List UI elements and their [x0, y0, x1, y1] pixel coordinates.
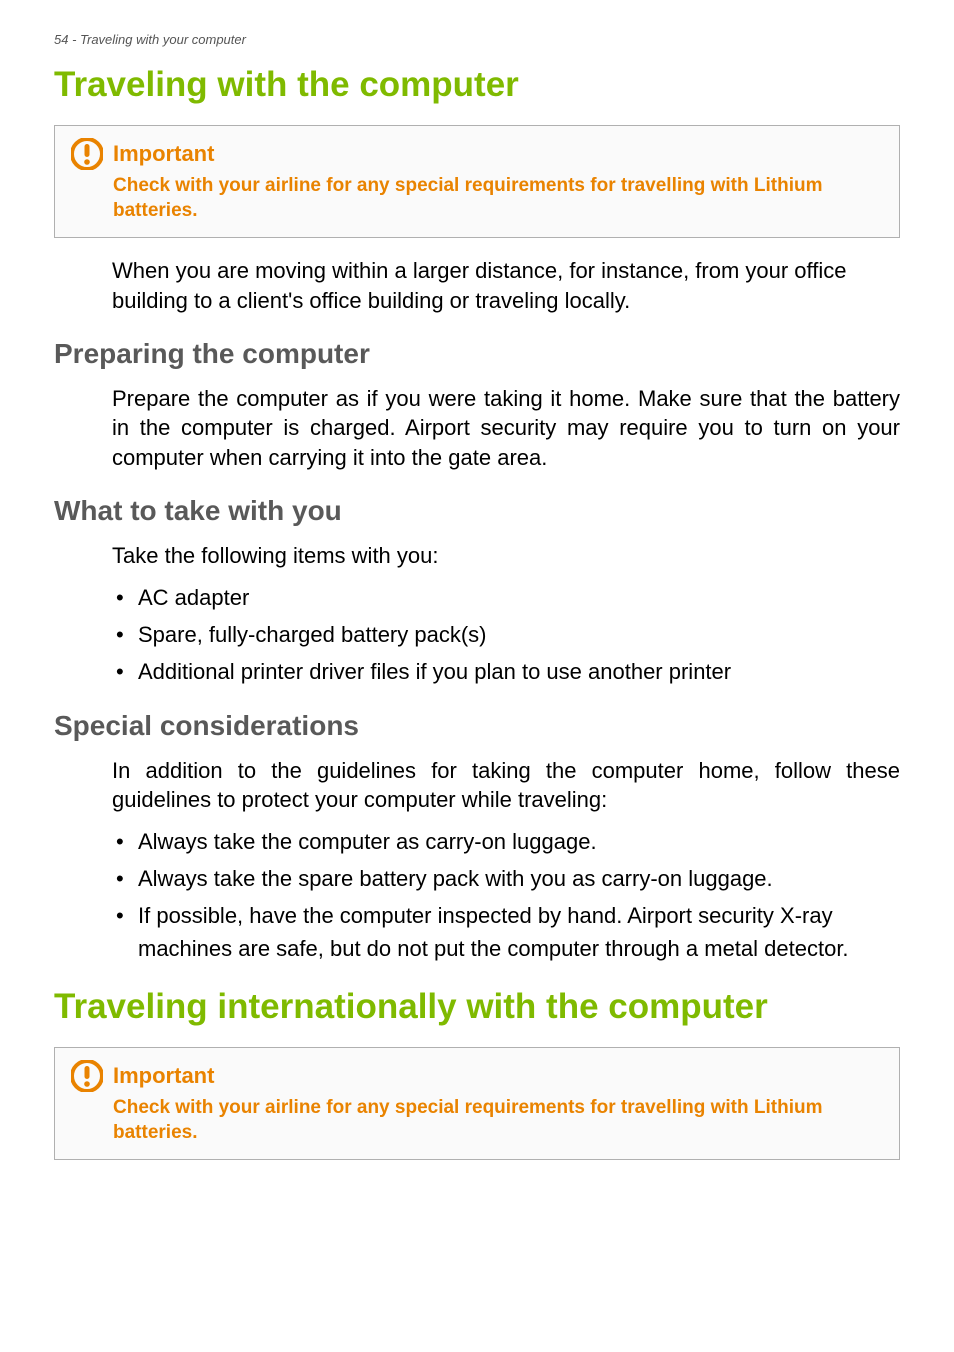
list-item: Spare, fully-charged battery pack(s): [112, 618, 900, 651]
list-item: If possible, have the computer inspected…: [112, 899, 900, 965]
heading-international: Traveling internationally with the compu…: [54, 987, 900, 1027]
important-callout-2: Important Check with your airline for an…: [54, 1047, 900, 1160]
warning-icon: [71, 138, 103, 170]
callout-header: Important: [71, 1060, 883, 1092]
warning-icon: [71, 1060, 103, 1092]
list-item: Always take the computer as carry-on lug…: [112, 825, 900, 858]
list-item: Additional printer driver files if you p…: [112, 655, 900, 688]
list-item: AC adapter: [112, 581, 900, 614]
important-callout-1: Important Check with your airline for an…: [54, 125, 900, 238]
page-header: 54 - Traveling with your computer: [54, 32, 900, 47]
take-list: AC adapter Spare, fully-charged battery …: [112, 581, 900, 688]
take-intro: Take the following items with you:: [112, 541, 900, 571]
heading-what-to-take: What to take with you: [54, 495, 900, 527]
special-list: Always take the computer as carry-on lug…: [112, 825, 900, 965]
callout-title: Important: [113, 141, 214, 167]
callout-title: Important: [113, 1063, 214, 1089]
heading-preparing: Preparing the computer: [54, 338, 900, 370]
callout-body: Check with your airline for any special …: [113, 174, 883, 223]
list-item: Always take the spare battery pack with …: [112, 862, 900, 895]
heading-traveling: Traveling with the computer: [54, 65, 900, 105]
heading-special: Special considerations: [54, 710, 900, 742]
intro-paragraph: When you are moving within a larger dist…: [112, 256, 900, 315]
callout-header: Important: [71, 138, 883, 170]
preparing-paragraph: Prepare the computer as if you were taki…: [112, 384, 900, 473]
special-intro: In addition to the guidelines for taking…: [112, 756, 900, 815]
callout-body: Check with your airline for any special …: [113, 1096, 883, 1145]
